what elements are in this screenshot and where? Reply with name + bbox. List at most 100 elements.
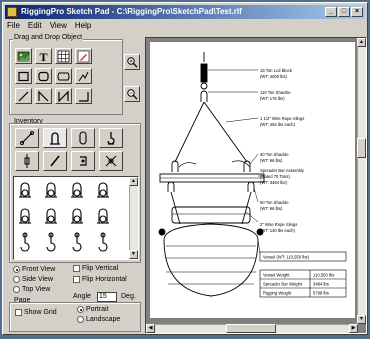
ellipse-tool-icon[interactable] <box>55 68 72 84</box>
image-tool-icon[interactable] <box>15 48 32 64</box>
part-shackle-6 <box>45 208 57 224</box>
flip-vertical-box[interactable] <box>73 265 80 272</box>
landscape-label: Landscape <box>86 316 121 323</box>
parts-thumbnails <box>19 182 109 252</box>
diagonal-line-tool-icon[interactable] <box>15 88 32 104</box>
scroll-up-icon[interactable]: ▲ <box>129 177 138 186</box>
flip-horizontal-label: Flip Horizontal <box>82 276 127 283</box>
title-bar[interactable]: RiggingPro Sketch Pad - C:\RiggingPro\Sk… <box>5 5 365 19</box>
maximize-button[interactable]: □ <box>338 7 350 17</box>
top-view-radio[interactable]: Top View <box>13 286 50 293</box>
landscape-radio[interactable]: Landscape <box>77 316 120 323</box>
menu-view[interactable]: View <box>50 21 67 33</box>
text-tool-icon[interactable]: T <box>35 48 52 64</box>
rectangle-tool-icon[interactable] <box>15 68 32 84</box>
link-category-icon[interactable] <box>71 128 95 148</box>
scroll-down-icon[interactable]: ▼ <box>129 250 138 259</box>
close-button[interactable]: × <box>351 7 363 17</box>
svg-text:T: T <box>39 50 47 63</box>
part-shackle-1 <box>19 182 31 198</box>
angle-unit-label: Deg. <box>121 293 136 300</box>
callout-spreader-name: Spreader Bar Assembly <box>260 168 305 173</box>
show-grid-checkbox[interactable]: Show Grid <box>15 309 57 316</box>
zigzag-tool-icon[interactable] <box>55 88 72 104</box>
callout-vessel: Vessel (WT: 110,550 lbs) <box>263 255 310 260</box>
flip-vertical-checkbox[interactable]: Flip Vertical <box>73 265 118 272</box>
part-shackle-5 <box>19 208 31 224</box>
table-tool-icon[interactable] <box>55 48 72 64</box>
canvas-scroll-down-icon[interactable]: ▼ <box>357 315 366 324</box>
corner-line-tool-icon[interactable] <box>75 88 92 104</box>
side-view-radio[interactable]: Side View <box>13 276 53 283</box>
canvas-scroll-thumb[interactable] <box>357 138 366 158</box>
app-window: RiggingPro Sketch Pad - C:\RiggingPro\Sk… <box>2 2 368 335</box>
show-grid-box[interactable] <box>15 309 22 316</box>
part-hook-3 <box>72 232 82 252</box>
swivel-category-icon[interactable] <box>99 151 123 171</box>
parts-list-scrollbar[interactable]: ▲ ▼ <box>129 177 138 259</box>
angle-line-tool-icon[interactable] <box>35 88 52 104</box>
callout-top-shackle-name: 110 Ton Shackle <box>260 90 291 95</box>
turnbuckle-category-icon[interactable] <box>15 151 39 171</box>
zoom-in-icon[interactable] <box>124 54 140 70</box>
rounded-rect-tool-icon[interactable] <box>35 68 52 84</box>
app-icon <box>7 7 17 17</box>
rigging-drawing: 15 Ton Lcd Block (WT: 4000 lbs) 110 Ton … <box>158 52 347 298</box>
portrait-radio[interactable]: Portrait <box>77 306 109 313</box>
menu-bar: File Edit View Help <box>7 21 91 33</box>
top-view-radio-dot[interactable] <box>13 286 20 293</box>
landscape-radio-dot[interactable] <box>77 316 84 323</box>
drag-drop-label: Drag and Drop Object <box>13 34 84 41</box>
callout-block-name: 15 Ton Lcd Block <box>260 68 293 73</box>
part-hook-1 <box>20 232 30 252</box>
canvas-vertical-scrollbar[interactable]: ▲ ▼ <box>357 38 366 324</box>
polyline-tool-icon[interactable] <box>75 68 92 84</box>
canvas-scroll-left-icon[interactable]: ◀ <box>146 324 155 333</box>
flip-vertical-label: Flip Vertical <box>82 265 119 272</box>
callout-spreader-weight: (WT: 3484 lbs) <box>260 180 288 185</box>
part-hook-4 <box>98 232 108 252</box>
canvas-scroll-right-icon[interactable]: ▶ <box>349 324 358 333</box>
top-shackle-icon <box>200 90 208 102</box>
callout-spreader-rating: (Rated 70 Tons) <box>260 174 290 179</box>
front-view-radio[interactable]: Front View <box>13 266 55 273</box>
side-view-label: Side View <box>22 276 54 283</box>
zoom-out-icon[interactable] <box>124 86 140 102</box>
top-view-label: Top View <box>22 286 51 293</box>
drawing-canvas[interactable]: 15 Ton Lcd Block (WT: 4000 lbs) 110 Ton … <box>145 37 367 334</box>
table-row-value: 5798 lbs <box>313 291 329 296</box>
left-top-sling <box>174 101 205 163</box>
show-grid-label: Show Grid <box>24 309 57 316</box>
hook-category-icon[interactable] <box>99 128 123 148</box>
left-lower-shackle-icon <box>167 181 175 192</box>
canvas-horizontal-scrollbar[interactable]: ◀ ▶ <box>146 324 358 333</box>
pin-category-icon[interactable] <box>43 151 67 171</box>
canvas-hscroll-thumb[interactable] <box>226 324 276 333</box>
part-shackle-3 <box>71 182 83 198</box>
flip-horizontal-checkbox[interactable]: Flip Horizontal <box>73 276 127 283</box>
shackle-category-icon[interactable] <box>43 128 67 148</box>
side-view-radio-dot[interactable] <box>13 276 20 283</box>
minimize-button[interactable]: _ <box>325 7 337 17</box>
right-top-sling <box>203 101 248 163</box>
clamp-category-icon[interactable] <box>71 151 95 171</box>
portrait-radio-dot[interactable] <box>77 306 84 313</box>
menu-edit[interactable]: Edit <box>28 21 42 33</box>
drawing-sheet[interactable]: 15 Ton Lcd Block (WT: 4000 lbs) 110 Ton … <box>150 42 355 318</box>
left-spreader-shackle-icon <box>171 160 179 172</box>
canvas-scroll-up-icon[interactable]: ▲ <box>357 38 366 47</box>
flip-horizontal-box[interactable] <box>73 276 80 283</box>
menu-help[interactable]: Help <box>75 21 91 33</box>
callout-spreader-shackle-weight: (WT: 96 lbs) <box>260 158 283 163</box>
sling-category-icon[interactable] <box>15 128 39 148</box>
menu-file[interactable]: File <box>7 21 20 33</box>
pencil-tool-icon[interactable] <box>75 48 92 64</box>
table-row-name: Vessel Weight <box>263 273 290 278</box>
table-row-value: 3484 lbs <box>313 282 329 287</box>
front-view-label: Front View <box>22 266 56 273</box>
angle-input[interactable]: 15 <box>97 292 117 302</box>
callout-lower-sling-name: 2" Wire Rope Slings <box>260 222 297 227</box>
callout-lower-sling-weight: (WT: 140 lbs each) <box>260 228 296 233</box>
parts-list[interactable]: ▲ ▼ <box>13 176 139 260</box>
front-view-radio-dot[interactable] <box>13 266 20 273</box>
